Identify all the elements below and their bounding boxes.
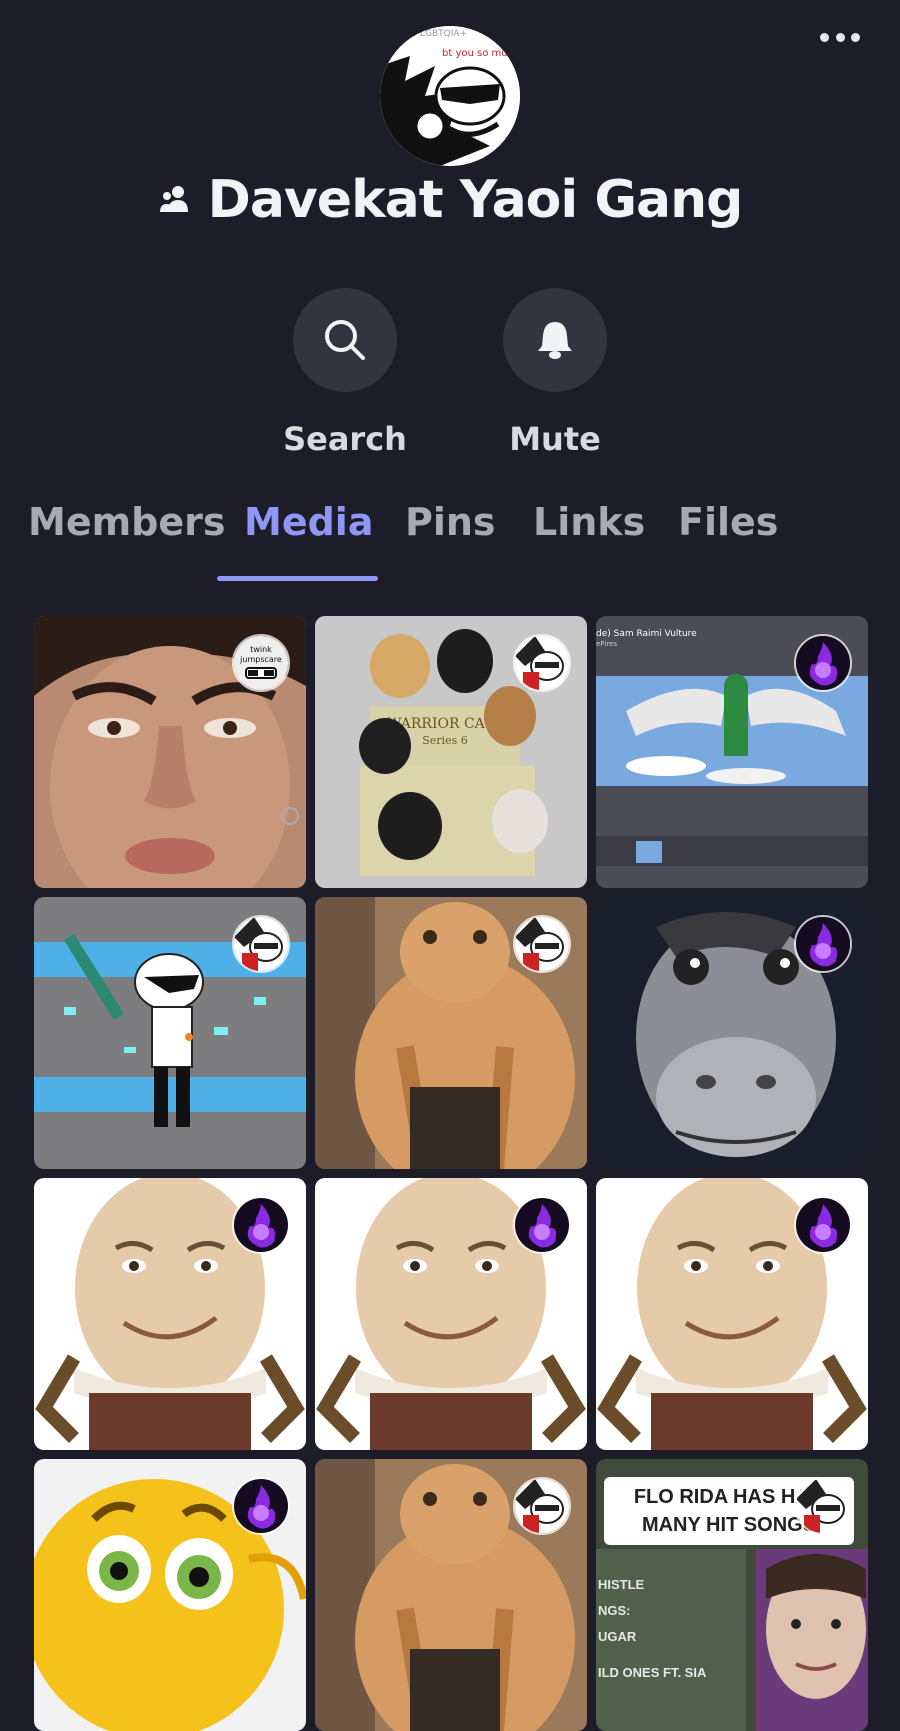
active-tab-indicator bbox=[217, 576, 378, 581]
sender-avatar bbox=[794, 634, 852, 692]
lyric-line: UGAR bbox=[598, 1629, 637, 1644]
sender-avatar bbox=[513, 634, 571, 692]
lyric-line: HISTLE bbox=[598, 1577, 645, 1592]
group-name: Davekat Yaoi Gang bbox=[207, 170, 744, 230]
sender-avatar: twink jumpscare bbox=[232, 634, 290, 692]
media-item[interactable]: twink jumpscare bbox=[34, 616, 306, 888]
purple-fire-avatar bbox=[234, 1198, 288, 1252]
media-item[interactable] bbox=[34, 1459, 306, 1731]
svg-text:ePires: ePires bbox=[596, 640, 617, 648]
media-item[interactable] bbox=[34, 1178, 306, 1450]
group-avatar[interactable]: LGBTQIA+ bt you so muc bbox=[380, 26, 520, 166]
skull-avatar bbox=[515, 917, 569, 971]
mute-action: Mute bbox=[475, 288, 635, 458]
avatar-caption-red: bt you so muc bbox=[442, 48, 513, 59]
avatar-caption: LGBTQIA+ bbox=[420, 29, 467, 39]
purple-fire-avatar bbox=[515, 1198, 569, 1252]
sender-avatar bbox=[794, 915, 852, 973]
sender-avatar bbox=[794, 1196, 852, 1254]
mute-button[interactable] bbox=[503, 288, 607, 392]
group-dm-icon bbox=[158, 182, 194, 218]
tab-links[interactable]: Links bbox=[533, 500, 645, 544]
search-icon bbox=[325, 320, 365, 360]
media-item[interactable] bbox=[315, 1459, 587, 1731]
lyric-line: NGS: bbox=[598, 1603, 631, 1618]
search-action: Search bbox=[265, 288, 425, 458]
sender-avatar bbox=[232, 1196, 290, 1254]
sender-avatar bbox=[513, 1196, 571, 1254]
svg-text:jumpscare: jumpscare bbox=[239, 655, 282, 664]
media-item[interactable]: de) Sam Raimi Vulture ePires bbox=[596, 616, 868, 888]
mute-label: Mute bbox=[509, 420, 601, 458]
purple-fire-avatar bbox=[234, 1479, 288, 1533]
search-label: Search bbox=[283, 420, 407, 458]
media-item[interactable] bbox=[596, 1178, 868, 1450]
sender-avatar bbox=[232, 915, 290, 973]
media-item[interactable] bbox=[315, 897, 587, 1169]
purple-fire-avatar bbox=[796, 917, 850, 971]
purple-fire-avatar bbox=[796, 1198, 850, 1252]
svg-text:de) Sam Raimi Vulture: de) Sam Raimi Vulture bbox=[596, 629, 697, 639]
tab-members[interactable]: Members bbox=[28, 500, 226, 544]
skull-avatar bbox=[234, 917, 288, 971]
media-item[interactable] bbox=[315, 1178, 587, 1450]
twink-jumpscare-avatar: twink jumpscare bbox=[234, 636, 288, 690]
svg-text:twink: twink bbox=[250, 645, 272, 654]
search-button[interactable] bbox=[293, 288, 397, 392]
more-options-icon[interactable] bbox=[820, 28, 860, 46]
media-item[interactable] bbox=[596, 897, 868, 1169]
media-item[interactable]: FLO RIDA HAS HAD MANY HIT SONGS HISTLE N… bbox=[596, 1459, 868, 1731]
tab-bar: Members Media Pins Links Files bbox=[0, 500, 900, 580]
media-grid: twink jumpscare WARRIOR CATS Series 6 de… bbox=[34, 616, 868, 1731]
bell-icon bbox=[538, 322, 572, 359]
sender-avatar bbox=[513, 915, 571, 973]
tab-pins[interactable]: Pins bbox=[405, 500, 496, 544]
skull-avatar bbox=[515, 636, 569, 690]
purple-fire-avatar bbox=[796, 636, 850, 690]
sender-avatar bbox=[794, 1477, 852, 1535]
tab-files[interactable]: Files bbox=[678, 500, 778, 544]
sender-avatar bbox=[232, 1477, 290, 1535]
skull-avatar bbox=[515, 1479, 569, 1533]
tab-media[interactable]: Media bbox=[244, 500, 373, 544]
lyric-line: ILD ONES FT. SIA bbox=[598, 1665, 707, 1680]
svg-text:Series 6: Series 6 bbox=[422, 734, 467, 747]
sender-avatar bbox=[513, 1477, 571, 1535]
media-item[interactable]: WARRIOR CATS Series 6 bbox=[315, 616, 587, 888]
skull-avatar bbox=[796, 1479, 850, 1533]
media-item[interactable] bbox=[34, 897, 306, 1169]
